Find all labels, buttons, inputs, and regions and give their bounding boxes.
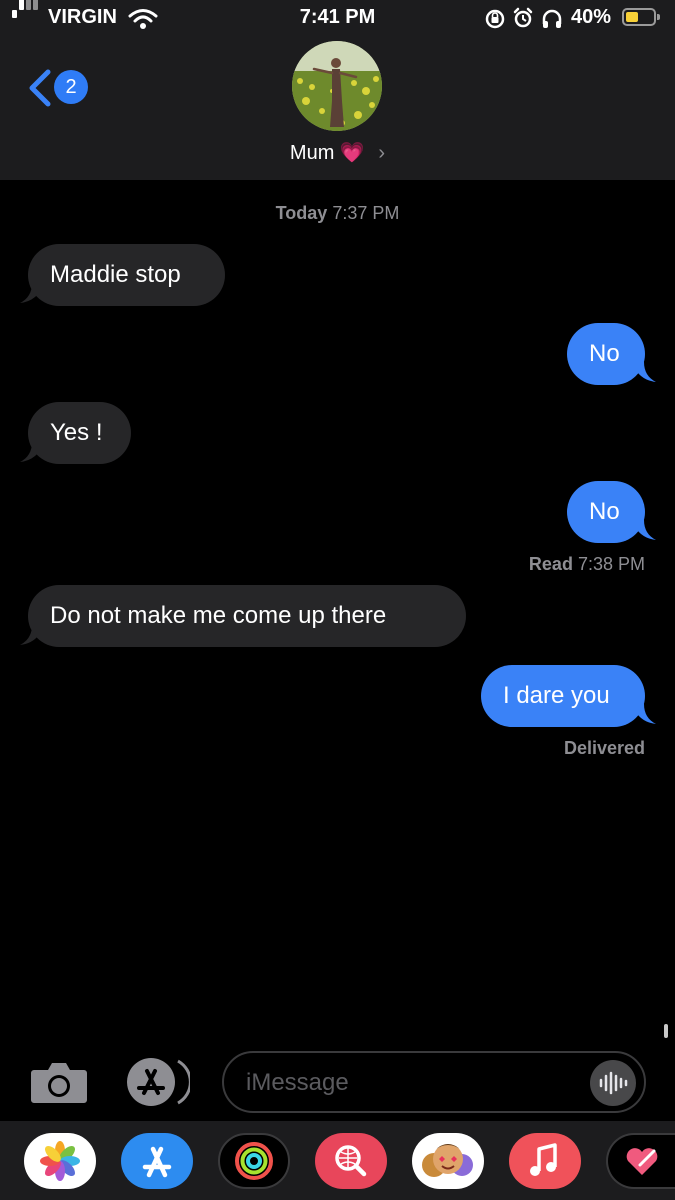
navigation-header: VIRGIN 7:41 PM 40% 2 Mum 💗 › bbox=[0, 0, 675, 180]
photos-icon[interactable] bbox=[24, 1133, 96, 1189]
delivery-status: Delivered bbox=[564, 738, 645, 759]
received-message-bubble[interactable]: Do not make me come up there bbox=[28, 585, 466, 647]
contact-avatar[interactable] bbox=[292, 41, 382, 131]
chevron-left-icon[interactable] bbox=[26, 68, 56, 108]
alarm-icon bbox=[513, 7, 533, 28]
battery-fill bbox=[626, 12, 638, 22]
sent-message-bubble[interactable]: No bbox=[567, 481, 645, 543]
received-message-bubble[interactable]: Yes ! bbox=[28, 402, 131, 464]
app-store-icon[interactable] bbox=[126, 1057, 190, 1107]
receipt-time: 7:38 PM bbox=[577, 554, 645, 574]
app-drawer bbox=[0, 1121, 675, 1200]
message-input[interactable]: iMessage bbox=[222, 1051, 646, 1113]
message-input-placeholder: iMessage bbox=[246, 1069, 349, 1096]
received-message-bubble[interactable]: Maddie stop bbox=[28, 244, 225, 306]
contact-name[interactable]: Mum 💗 › bbox=[0, 140, 675, 165]
timestamp-time: 7:37 PM bbox=[332, 203, 400, 223]
unread-count-badge[interactable]: 2 bbox=[54, 70, 88, 104]
music-icon[interactable] bbox=[509, 1133, 581, 1189]
receipt-label: Delivered bbox=[563, 738, 645, 758]
timestamp-day: Today bbox=[275, 203, 328, 223]
avatar-photo bbox=[292, 41, 382, 131]
digital-touch-icon[interactable] bbox=[606, 1133, 675, 1189]
chevron-right-icon: › bbox=[378, 142, 386, 164]
sent-message-bubble[interactable]: No bbox=[567, 323, 645, 385]
memoji-icon[interactable] bbox=[412, 1133, 484, 1189]
sent-message-bubble[interactable]: I dare you bbox=[481, 665, 645, 727]
camera-icon[interactable] bbox=[30, 1060, 88, 1104]
rotation-lock-icon bbox=[485, 9, 505, 29]
audio-waveform-icon[interactable] bbox=[590, 1060, 636, 1106]
app-store-icon[interactable] bbox=[121, 1133, 193, 1189]
activity-icon[interactable] bbox=[218, 1133, 290, 1189]
read-receipt: Read 7:38 PM bbox=[529, 554, 645, 575]
battery-percentage: 40% bbox=[571, 6, 612, 28]
contact-name-label: Mum 💗 bbox=[289, 142, 365, 164]
scroll-indicator[interactable] bbox=[664, 1024, 668, 1038]
receipt-label: Read bbox=[528, 554, 573, 574]
battery-icon bbox=[622, 8, 660, 26]
web-search-icon[interactable] bbox=[315, 1133, 387, 1189]
headphones-icon bbox=[542, 9, 562, 28]
conversation-timestamp: Today 7:37 PM bbox=[0, 203, 675, 224]
